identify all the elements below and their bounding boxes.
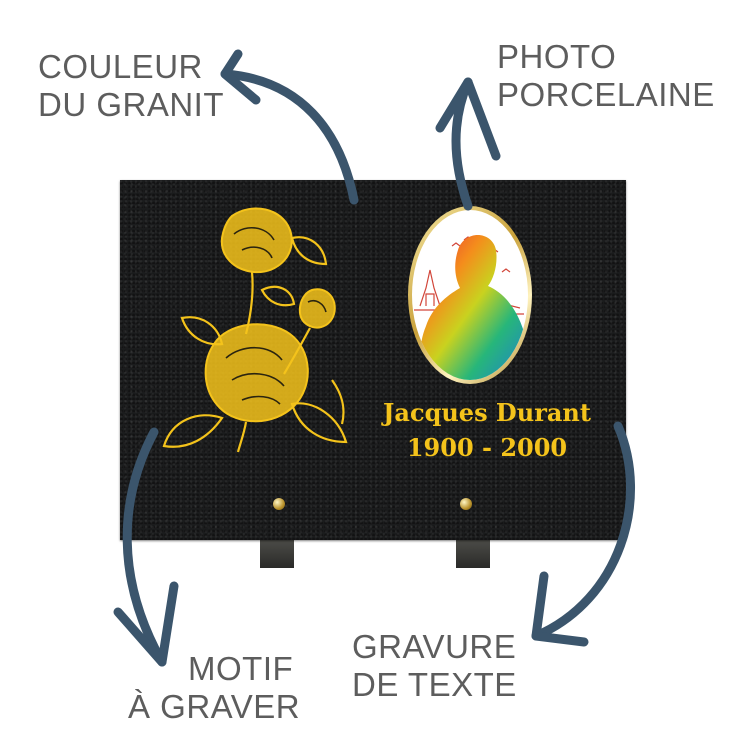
granite-label-line-2: DU GRANIT (38, 86, 224, 123)
engraving-motif-label: MOTIF À GRAVER (128, 650, 300, 726)
motif-label-line-2: À GRAVER (128, 688, 301, 725)
granite-color-label: COULEUR DU GRANIT (38, 48, 224, 124)
rose-motif-icon (162, 207, 348, 453)
arrow-icon (220, 49, 359, 205)
motif-label-line-1: MOTIF (188, 650, 294, 687)
mounting-screw-right (460, 498, 472, 510)
text-engraving-label: GRAVURE DE TEXTE (352, 628, 517, 704)
engraved-dates: 1900 - 2000 (406, 433, 568, 462)
porcelain-photo (408, 206, 532, 384)
porcelain-photo-icon (414, 235, 525, 380)
granite-plaque: Jacques Durant 1900 - 2000 (120, 180, 626, 540)
porcelain-photo-label: PHOTO PORCELAINE (497, 38, 715, 114)
engraved-name: Jacques Durant (383, 398, 591, 427)
mounting-screw-left (273, 498, 285, 510)
text-label-line-1: GRAVURE (352, 628, 517, 665)
plaque-foot-right (456, 540, 490, 568)
granite-label-line-1: COULEUR (38, 48, 203, 85)
text-label-line-2: DE TEXTE (352, 666, 517, 703)
plaque-foot-left (260, 540, 294, 568)
photo-label-line-1: PHOTO (497, 38, 617, 75)
photo-label-line-2: PORCELAINE (497, 76, 715, 113)
